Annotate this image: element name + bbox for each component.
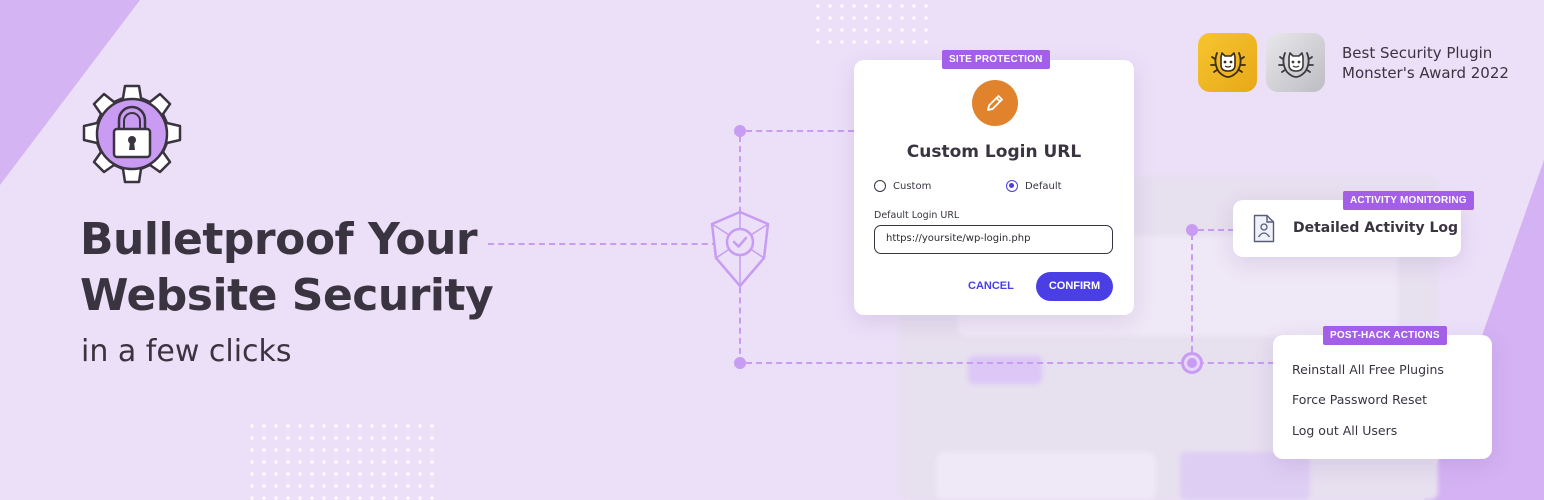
connector-dot — [734, 125, 746, 137]
confirm-button[interactable]: CONFIRM — [1036, 272, 1113, 301]
radio-custom-label: Custom — [893, 180, 932, 192]
pencil-icon — [972, 80, 1018, 126]
radio-default-label: Default — [1025, 180, 1062, 192]
background-block-left — [936, 452, 1156, 500]
post-hack-actions-card: Reinstall All Free Plugins Force Passwor… — [1273, 335, 1492, 459]
monster-laurel-icon — [1198, 33, 1257, 92]
action-reinstall-plugins[interactable]: Reinstall All Free Plugins — [1292, 362, 1444, 377]
connector-node — [1181, 352, 1203, 374]
action-force-password-reset[interactable]: Force Password Reset — [1292, 392, 1427, 407]
headline-line-1: Bulletproof Your — [80, 214, 478, 265]
dot-pattern-top — [812, 0, 932, 46]
headline-line-2: Website Security — [80, 270, 494, 321]
radio-custom[interactable]: Custom — [874, 180, 931, 192]
activity-log-icon — [1253, 214, 1275, 243]
connector-line — [488, 243, 718, 245]
radio-button-selected[interactable] — [1006, 180, 1018, 192]
connector-line — [1198, 229, 1234, 231]
connector-line — [746, 130, 854, 132]
activity-monitoring-tag: ACTIVITY MONITORING — [1343, 191, 1474, 210]
login-url-label: Default Login URL — [874, 210, 960, 221]
monster-laurel-icon — [1266, 33, 1325, 92]
radio-button[interactable] — [874, 180, 886, 192]
background-block-right — [1180, 452, 1310, 500]
connector-dot — [734, 357, 746, 369]
dot-pattern-bottom — [246, 420, 436, 500]
lock-gear-icon — [78, 82, 186, 190]
subheadline: in a few clicks — [81, 334, 292, 369]
award-text: Best Security Plugin Monster's Award 202… — [1342, 43, 1509, 83]
cancel-button[interactable]: CANCEL — [968, 272, 1014, 300]
post-hack-actions-tag: POST-HACK ACTIONS — [1323, 326, 1447, 345]
shield-check-icon — [708, 208, 772, 290]
award-line-1: Best Security Plugin — [1342, 44, 1493, 62]
connector-dot — [1186, 224, 1198, 236]
award-line-2: Monster's Award 2022 — [1342, 64, 1509, 82]
card-title: Custom Login URL — [906, 142, 1082, 162]
headline: Bulletproof Your Website Security — [80, 212, 494, 324]
connector-line — [1191, 234, 1193, 352]
action-log-out-users[interactable]: Log out All Users — [1292, 423, 1397, 438]
login-url-input[interactable]: https://yoursite/wp-login.php — [874, 225, 1113, 254]
custom-login-url-card: Custom Login URL Custom Default Default … — [854, 60, 1134, 315]
site-protection-tag: SITE PROTECTION — [942, 50, 1050, 69]
background-pill — [968, 356, 1042, 384]
activity-log-label: Detailed Activity Log — [1293, 220, 1459, 236]
radio-default[interactable]: Default — [1006, 180, 1062, 192]
